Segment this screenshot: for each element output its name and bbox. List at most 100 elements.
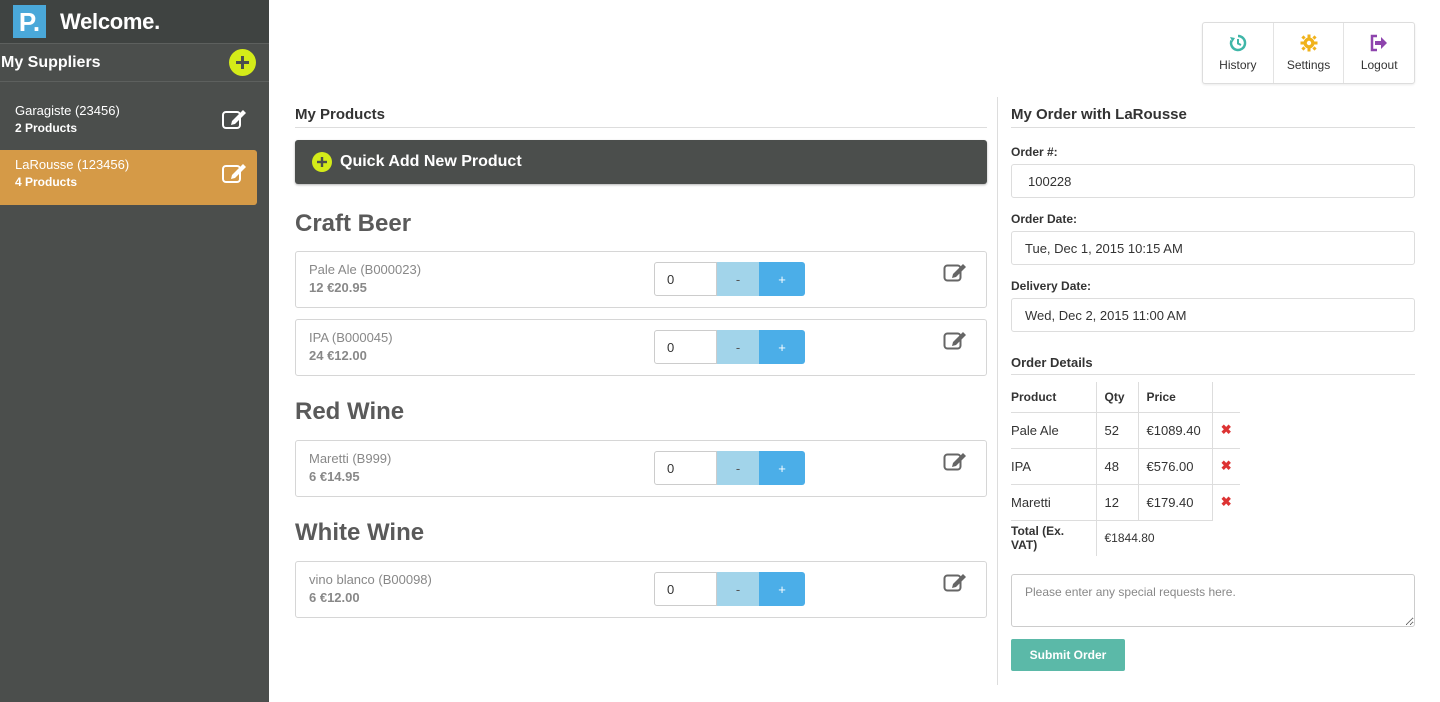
- edit-supplier-icon[interactable]: [221, 161, 249, 190]
- row-product: IPA: [1011, 447, 1096, 484]
- increment-button[interactable]: +: [759, 262, 805, 296]
- delivery-date-label: Delivery Date:: [1011, 279, 1092, 293]
- product-price: 6 €14.95: [309, 469, 360, 484]
- order-panel: My Order with LaRousse Order #: 100228 O…: [1011, 106, 1415, 671]
- quantity-stepper: - +: [654, 451, 805, 485]
- remove-item-icon[interactable]: ✖: [1221, 458, 1232, 473]
- order-date-field[interactable]: Tue, Dec 1, 2015 10:15 AM: [1011, 231, 1415, 265]
- increment-button[interactable]: +: [759, 451, 805, 485]
- supplier-item-garagiste[interactable]: Garagiste (23456) 2 Products: [0, 96, 257, 151]
- products-panel: My Products Quick Add New Product Craft …: [295, 106, 987, 618]
- quick-add-label: Quick Add New Product: [340, 153, 522, 170]
- supplier-name: Garagiste (23456): [15, 103, 120, 118]
- order-date-label: Order Date:: [1011, 212, 1078, 226]
- sidebar: P. Welcome. My Suppliers Garagiste (2345…: [0, 0, 269, 702]
- row-price: €576.00: [1137, 447, 1212, 484]
- decrement-button[interactable]: -: [717, 572, 759, 606]
- suppliers-header: My Suppliers: [0, 43, 269, 82]
- decrement-button[interactable]: -: [717, 330, 759, 364]
- row-qty: 12: [1095, 483, 1138, 520]
- increment-button[interactable]: +: [759, 572, 805, 606]
- column-header-qty: Qty: [1095, 382, 1138, 412]
- order-number-label: Order #:: [1011, 145, 1058, 159]
- decrement-button[interactable]: -: [717, 451, 759, 485]
- total-row: Total (Ex. VAT) €1844.80: [1011, 519, 1240, 556]
- product-price: 6 €12.00: [309, 590, 360, 605]
- plus-circle-icon: [312, 152, 332, 172]
- quick-add-product-button[interactable]: Quick Add New Product: [295, 140, 987, 184]
- column-header-price: Price: [1137, 382, 1212, 412]
- nav-logout-label: Logout: [1360, 58, 1398, 72]
- edit-product-icon[interactable]: [943, 329, 969, 356]
- decrement-button[interactable]: -: [717, 262, 759, 296]
- product-name: Maretti (B999): [309, 451, 392, 466]
- order-title: My Order with LaRousse: [1011, 106, 1415, 128]
- quantity-input[interactable]: [654, 451, 717, 485]
- quantity-stepper: - +: [654, 330, 805, 364]
- table-row: Maretti 12 €179.40 ✖: [1011, 483, 1240, 520]
- remove-item-icon[interactable]: ✖: [1221, 422, 1232, 437]
- brand-bar: P. Welcome.: [0, 0, 269, 43]
- table-header-row: Product Qty Price: [1011, 382, 1240, 412]
- total-label: Total (Ex. VAT): [1011, 519, 1096, 556]
- submit-order-button[interactable]: Submit Order: [1011, 639, 1125, 671]
- product-row: Pale Ale (B000023) 12 €20.95 - +: [295, 251, 987, 308]
- nav-settings-label: Settings: [1286, 58, 1331, 72]
- quantity-input[interactable]: [654, 330, 717, 364]
- category-title: White Wine: [295, 519, 425, 546]
- welcome-title: Welcome.: [60, 8, 160, 34]
- product-price: 12 €20.95: [309, 280, 367, 295]
- plus-icon: [236, 56, 249, 69]
- row-qty: 48: [1095, 447, 1138, 484]
- row-product: Maretti: [1011, 483, 1096, 520]
- nav-history-button[interactable]: History: [1203, 23, 1273, 83]
- quantity-stepper: - +: [654, 572, 805, 606]
- supplier-product-count: 4 Products: [15, 175, 78, 189]
- product-name: vino blanco (B00098): [309, 572, 432, 587]
- table-row: IPA 48 €576.00 ✖: [1011, 447, 1240, 484]
- top-nav: History Settings Logout: [1202, 22, 1415, 84]
- order-number-field[interactable]: 100228: [1011, 164, 1415, 198]
- product-row: IPA (B000045) 24 €12.00 - +: [295, 319, 987, 376]
- delivery-date-field[interactable]: Wed, Dec 2, 2015 11:00 AM: [1011, 298, 1415, 332]
- history-icon: [1229, 34, 1247, 52]
- row-product: Pale Ale: [1011, 411, 1096, 448]
- category-title: Red Wine: [295, 398, 405, 425]
- nav-logout-button[interactable]: Logout: [1343, 23, 1414, 83]
- nav-settings-button[interactable]: Settings: [1272, 23, 1344, 83]
- gear-icon: [1300, 34, 1317, 52]
- product-row: vino blanco (B00098) 6 €12.00 - +: [295, 561, 987, 618]
- product-row: Maretti (B999) 6 €14.95 - +: [295, 440, 987, 497]
- product-price: 24 €12.00: [309, 348, 367, 363]
- nav-history-label: History: [1219, 58, 1257, 72]
- order-details-title: Order Details: [1011, 355, 1415, 375]
- row-price: €1089.40: [1137, 411, 1212, 448]
- edit-product-icon[interactable]: [943, 571, 969, 598]
- logout-icon: [1370, 34, 1388, 52]
- app-logo: P.: [13, 5, 46, 38]
- edit-product-icon[interactable]: [943, 261, 969, 288]
- edit-product-icon[interactable]: [943, 450, 969, 477]
- special-requests-input[interactable]: [1011, 574, 1415, 627]
- table-row: Pale Ale 52 €1089.40 ✖: [1011, 411, 1240, 448]
- category-title: Craft Beer: [295, 210, 412, 237]
- column-header-remove: [1211, 382, 1240, 412]
- suppliers-title: My Suppliers: [1, 53, 101, 71]
- supplier-product-count: 2 Products: [15, 121, 78, 135]
- quantity-input[interactable]: [654, 262, 717, 296]
- add-supplier-button[interactable]: [229, 49, 256, 76]
- products-title: My Products: [295, 106, 987, 128]
- quantity-input[interactable]: [654, 572, 717, 606]
- remove-item-icon[interactable]: ✖: [1221, 494, 1232, 509]
- order-details-table: Product Qty Price Pale Ale 52 €1089.40 ✖…: [1011, 382, 1240, 556]
- product-name: IPA (B000045): [309, 330, 393, 345]
- product-name: Pale Ale (B000023): [309, 262, 422, 277]
- column-divider: [997, 97, 998, 685]
- column-header-product: Product: [1011, 389, 1057, 404]
- row-price: €179.40: [1137, 483, 1212, 520]
- supplier-item-larousse[interactable]: LaRousse (123456) 4 Products: [0, 150, 257, 205]
- quantity-stepper: - +: [654, 262, 805, 296]
- increment-button[interactable]: +: [759, 330, 805, 364]
- edit-supplier-icon[interactable]: [221, 107, 249, 136]
- row-qty: 52: [1095, 411, 1138, 448]
